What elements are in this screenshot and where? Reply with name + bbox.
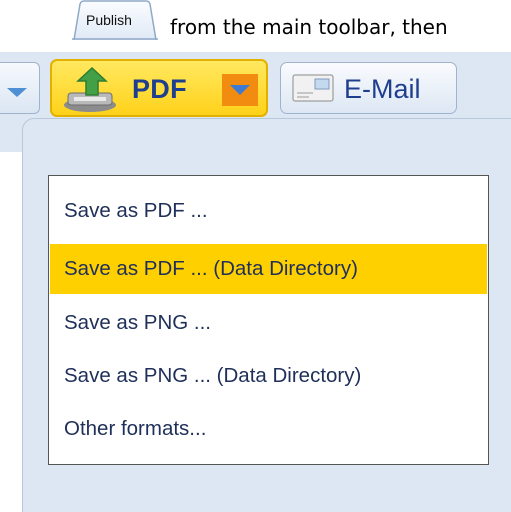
instruction-text: from the main toolbar, then [170, 15, 448, 39]
pdf-button[interactable]: PDF [50, 59, 268, 117]
menu-item-save-as-pdf[interactable]: Save as PDF ... [50, 186, 487, 236]
chevron-down-icon [230, 85, 250, 95]
pdf-dropdown-toggle[interactable] [222, 74, 258, 106]
pdf-button-label: PDF [132, 74, 187, 104]
publish-tab-label: Publish [86, 12, 132, 28]
screenshot: Publish from the main toolbar, then PDF [0, 0, 511, 512]
menu-item-save-as-png-data-directory[interactable]: Save as PNG ... (Data Directory) [50, 351, 487, 401]
envelope-icon [292, 74, 334, 102]
email-button[interactable]: E-Mail [280, 62, 457, 114]
pdf-dropdown-menu: Save as PDF ... Save as PDF ... (Data Di… [48, 175, 489, 465]
publish-tab[interactable]: Publish [72, 0, 158, 40]
export-pdf-icon [64, 67, 116, 112]
menu-item-other-formats[interactable]: Other formats... [50, 404, 487, 454]
previous-dropdown-button[interactable] [0, 62, 40, 114]
chevron-down-icon [7, 88, 27, 97]
email-button-label: E-Mail [344, 74, 421, 104]
menu-item-save-as-pdf-data-directory[interactable]: Save as PDF ... (Data Directory) [50, 244, 487, 294]
menu-item-save-as-png[interactable]: Save as PNG ... [50, 298, 487, 348]
